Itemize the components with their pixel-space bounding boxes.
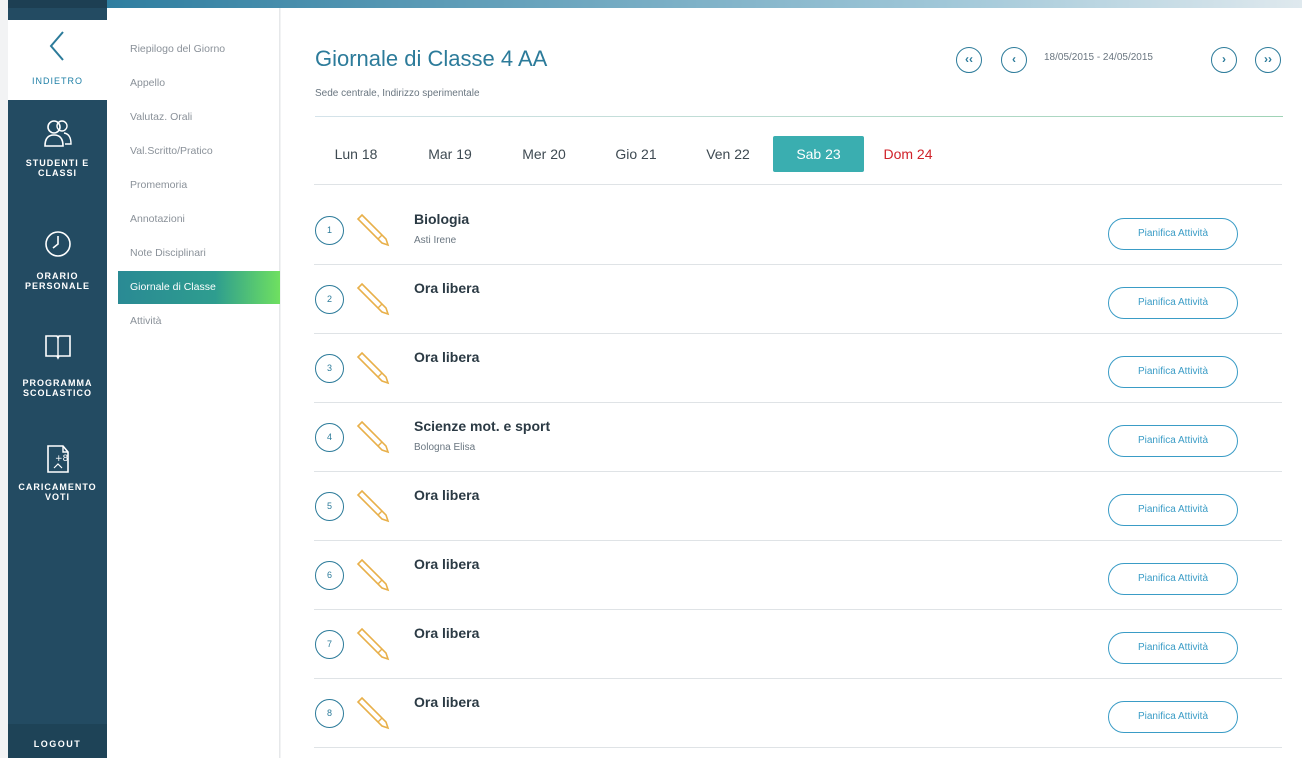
plan-activity-button[interactable]: Pianifica Attività	[1108, 701, 1238, 733]
lesson-row: 6 Ora libera Pianifica Attività	[314, 542, 1282, 610]
logout-button[interactable]: LOGOUT	[8, 724, 107, 758]
nav-item-studenti-classi[interactable]: STUDENTI E CLASSI	[8, 118, 107, 178]
prev-week-button[interactable]: ‹	[1001, 47, 1027, 73]
submenu-item-valutaz-orali[interactable]: Valutaz. Orali	[118, 101, 280, 134]
page-subtitle: Sede centrale, Indirizzo sperimentale	[315, 88, 480, 99]
pencil-icon[interactable]	[356, 487, 392, 523]
lesson-subject: Scienze mot. e sport	[414, 418, 551, 434]
pencil-icon[interactable]	[356, 280, 392, 316]
submenu-item-promemoria[interactable]: Promemoria	[118, 169, 280, 202]
lesson-subject: Ora libera	[414, 625, 480, 641]
day-tab-dom[interactable]: Dom 24	[874, 136, 942, 172]
next-next-week-button[interactable]: ››	[1255, 47, 1281, 73]
chevron-left-icon	[49, 31, 64, 61]
lesson-teacher: Bologna Elisa	[414, 442, 476, 453]
lesson-subject: Ora libera	[414, 694, 480, 710]
submenu-item-attivita[interactable]: Attività	[118, 305, 280, 338]
nav-label-line1: CARICAMENTO	[18, 482, 97, 492]
nav-item-orario-personale[interactable]: ORARIO PERSONALE	[8, 229, 107, 291]
plan-activity-button[interactable]: Pianifica Attività	[1108, 425, 1238, 457]
nav-label-line1: STUDENTI E	[25, 158, 90, 168]
pencil-icon[interactable]	[356, 556, 392, 592]
plan-activity-button[interactable]: Pianifica Attività	[1108, 218, 1238, 250]
day-tab-sab[interactable]: Sab 23	[773, 136, 864, 172]
lesson-subject: Ora libera	[414, 349, 480, 365]
nav-label-line2: VOTI	[44, 492, 70, 502]
page-title: Giornale di Classe 4 AA	[315, 46, 548, 71]
lesson-subject: Biologia	[414, 211, 470, 227]
day-tab-mar[interactable]: Mar 19	[416, 136, 484, 172]
submenu-item-note-disciplinari[interactable]: Note Disciplinari	[118, 237, 280, 270]
date-range: 18/05/2015 - 24/05/2015	[1044, 52, 1153, 63]
lesson-number: 1	[315, 216, 344, 245]
submenu-item-giornale-classe[interactable]: Giornale di Classe	[118, 271, 280, 304]
lesson-number: 5	[315, 492, 344, 521]
lesson-row: 1 Biologia Asti Irene Pianifica Attività	[314, 197, 1282, 265]
lesson-subject: Ora libera	[414, 280, 480, 296]
lesson-row: 8 Ora libera Pianifica Attività	[314, 680, 1282, 748]
day-tab-mer[interactable]: Mer 20	[510, 136, 578, 172]
day-tab-lun[interactable]: Lun 18	[322, 136, 390, 172]
submenu-item-annotazioni[interactable]: Annotazioni	[118, 203, 280, 236]
day-tab-ven[interactable]: Ven 22	[694, 136, 762, 172]
lesson-row: 4 Scienze mot. e sport Bologna Elisa Pia…	[314, 404, 1282, 472]
top-gradient-bar	[107, 0, 1302, 8]
back-button[interactable]: INDIETRO	[8, 20, 107, 100]
days-divider	[314, 184, 1282, 185]
left-nav: INDIETRO STUDENTI E CLASSI ORARIO PERSON…	[8, 0, 107, 758]
pencil-icon[interactable]	[356, 694, 392, 730]
lesson-subject: Ora libera	[414, 487, 480, 503]
lesson-row: 2 Ora libera Pianifica Attività	[314, 266, 1282, 334]
pencil-icon[interactable]	[356, 418, 392, 454]
clock-icon	[44, 231, 71, 257]
pencil-icon[interactable]	[356, 349, 392, 385]
nav-label-line2: PERSONALE	[24, 281, 90, 291]
nav-top-strip	[8, 0, 107, 8]
nav-label-line1: PROGRAMMA	[22, 378, 93, 388]
plan-activity-button[interactable]: Pianifica Attività	[1108, 632, 1238, 664]
book-icon	[44, 335, 71, 360]
plan-activity-button[interactable]: Pianifica Attività	[1108, 356, 1238, 388]
header-divider	[315, 116, 1283, 117]
plan-activity-button[interactable]: Pianifica Attività	[1108, 287, 1238, 319]
lesson-number: 6	[315, 561, 344, 590]
next-week-button[interactable]: ›	[1211, 47, 1237, 73]
lesson-number: 2	[315, 285, 344, 314]
lesson-row: 3 Ora libera Pianifica Attività	[314, 335, 1282, 403]
nav-label-line1: ORARIO	[36, 271, 79, 281]
day-tab-gio[interactable]: Gio 21	[602, 136, 670, 172]
sub-menu: Riepilogo del Giorno Appello Valutaz. Or…	[107, 8, 280, 758]
submenu-item-appello[interactable]: Appello	[118, 67, 280, 100]
plan-activity-button[interactable]: Pianifica Attività	[1108, 563, 1238, 595]
app-root: INDIETRO STUDENTI E CLASSI ORARIO PERSON…	[0, 0, 1302, 758]
prev-prev-week-button[interactable]: ‹‹	[956, 47, 982, 73]
pencil-icon[interactable]	[356, 625, 392, 661]
plan-activity-button[interactable]: Pianifica Attività	[1108, 494, 1238, 526]
lesson-row: 7 Ora libera Pianifica Attività	[314, 611, 1282, 679]
nav-item-programma-scolastico[interactable]: PROGRAMMA SCOLASTICO	[8, 332, 107, 398]
nav-item-caricamento-voti[interactable]: +8 CARICAMENTO VOTI	[8, 442, 107, 502]
pencil-icon[interactable]	[356, 211, 392, 247]
lesson-row: 5 Ora libera Pianifica Attività	[314, 473, 1282, 541]
lesson-number: 8	[315, 699, 344, 728]
lesson-number: 4	[315, 423, 344, 452]
lesson-number: 3	[315, 354, 344, 383]
svg-text:+8: +8	[55, 454, 69, 464]
submenu-item-val-scritto[interactable]: Val.Scritto/Pratico	[118, 135, 280, 168]
lesson-number: 7	[315, 630, 344, 659]
submenu-item-riepilogo[interactable]: Riepilogo del Giorno	[118, 33, 280, 66]
lesson-subject: Ora libera	[414, 556, 480, 572]
back-label: INDIETRO	[31, 76, 83, 86]
users-icon	[43, 120, 72, 147]
nav-label-line2: SCOLASTICO	[22, 388, 92, 398]
lesson-teacher: Asti Irene	[414, 235, 457, 246]
nav-label-line2: CLASSI	[37, 168, 77, 178]
upload-grades-icon: +8	[46, 445, 69, 473]
